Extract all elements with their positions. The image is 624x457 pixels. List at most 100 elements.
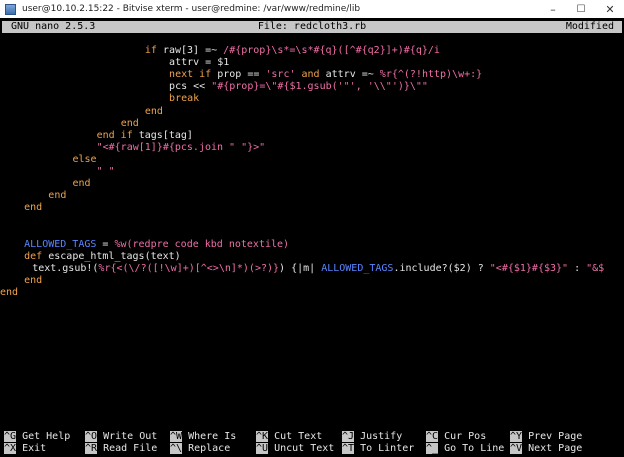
- shortcut-label: Read File: [97, 443, 158, 454]
- code-token: end: [24, 202, 43, 214]
- bitvise-app-icon: [5, 3, 16, 15]
- shortcut-label: To Linter: [354, 443, 415, 454]
- code-token: text.gsub!(: [32, 262, 99, 274]
- shortcut-label: Justify: [354, 431, 403, 442]
- shortcut-label: Get Help: [16, 431, 71, 442]
- shortcut-key: ^_: [426, 443, 439, 454]
- code-token: def: [24, 250, 49, 262]
- code-token: prop ==: [217, 69, 266, 81]
- nano-modified-status: Modified: [565, 21, 614, 32]
- code-token: 'src': [265, 69, 296, 81]
- code-token: "&$: [586, 262, 605, 274]
- shortcut-label: Replace: [182, 443, 231, 454]
- code-token: ALLOWED_TAGS: [321, 262, 394, 274]
- shortcut-item[interactable]: ^\ Replace: [170, 443, 230, 455]
- code-line: else: [72, 154, 96, 166]
- code-line: def escape_html_tags(text): [24, 251, 181, 263]
- code-line: "<#{raw[1]}#{pcs.join " "}>": [97, 142, 266, 154]
- shortcut-item[interactable]: ^G Get Help: [4, 431, 70, 443]
- shortcut-key: ^T: [342, 443, 355, 454]
- shortcut-label: Uncut Text: [268, 443, 335, 454]
- code-line: pcs << "#{prop}=\"#{$1.gsub('"', '\\"')}…: [169, 81, 428, 93]
- shortcut-label: Where Is: [182, 431, 237, 442]
- terminal-area[interactable]: GNU nano 2.5.3 File: redcloth3.rb Modifi…: [0, 18, 624, 457]
- shortcut-item[interactable]: ^_ Go To Line: [426, 443, 504, 455]
- code-token: pcs <<: [169, 81, 212, 93]
- shortcut-item[interactable]: ^K Cut Text: [256, 431, 322, 443]
- shortcut-key: ^O: [85, 431, 98, 442]
- code-token: else: [72, 153, 97, 165]
- shortcut-item[interactable]: ^O Write Out: [85, 431, 157, 443]
- code-token: and: [295, 69, 326, 81]
- code-line: text.gsub!(%r{<(\/?([!\w]+)[^<>\n]*)(>?)…: [32, 263, 604, 275]
- code-token: =: [96, 238, 115, 250]
- code-token: end: [144, 105, 163, 117]
- code-token: %r{<(\/?([!\w]+)[^<>\n]*)(>?)}: [98, 262, 280, 274]
- code-token: end: [48, 190, 67, 202]
- code-token: attrv =~: [325, 69, 380, 81]
- shortcut-label: Cut Text: [268, 431, 323, 442]
- shortcut-item[interactable]: ^X Exit: [4, 443, 46, 455]
- code-token: /#{prop}\s*=\s*#{q}([^#{q2}]+)#{q}/i: [223, 45, 440, 56]
- code-token: end: [24, 274, 43, 286]
- shortcut-key: ^R: [85, 443, 98, 454]
- window-title: user@10.10.2.15:22 - Bitvise xterm - use…: [22, 4, 361, 14]
- code-line: end: [0, 287, 18, 299]
- shortcut-key: ^Y: [510, 431, 523, 442]
- code-line: if raw[3] =~ /#{prop}\s*=\s*#{q}([^#{q2}…: [145, 45, 440, 57]
- code-token: tags[tag]: [138, 129, 193, 141]
- shortcut-item[interactable]: ^W Where Is: [170, 431, 236, 443]
- shortcut-item[interactable]: ^V Next Page: [510, 443, 582, 455]
- shortcut-item[interactable]: ^C Cur Pos: [426, 431, 486, 443]
- code-token: end: [120, 117, 139, 129]
- nano-shortcut-bar: ^G Get Help ^O Write Out ^W Where Is ^K Cut…: [0, 431, 624, 457]
- code-token: end if: [96, 129, 139, 141]
- shortcut-key: ^G: [4, 431, 17, 442]
- code-line: next if prop == 'src' and attrv =~ %r{^(…: [169, 69, 482, 81]
- code-line: " ": [97, 166, 115, 178]
- shortcut-label: Next Page: [522, 443, 583, 454]
- code-line: break: [169, 93, 199, 105]
- shortcut-item[interactable]: ^R Read File: [85, 443, 157, 455]
- code-line: end: [48, 190, 66, 202]
- shortcut-label: Cur Pos: [438, 431, 487, 442]
- shortcut-label: Prev Page: [522, 431, 583, 442]
- code-token: break: [169, 93, 200, 105]
- shortcut-item[interactable]: ^U Uncut Text: [256, 443, 334, 455]
- shortcut-label: Exit: [16, 443, 47, 454]
- code-token: attrv = $1: [169, 57, 230, 69]
- shortcut-item[interactable]: ^T To Linter: [342, 443, 414, 455]
- shortcut-item[interactable]: ^Y Prev Page: [510, 431, 582, 443]
- code-line: ALLOWED_TAGS = %w(redpre code kbd notext…: [24, 239, 289, 251]
- shortcut-item[interactable]: ^J Justify: [342, 431, 402, 443]
- shortcut-key: ^C: [426, 431, 439, 442]
- nano-title-bar: GNU nano 2.5.3 File: redcloth3.rb Modifi…: [2, 21, 622, 33]
- code-editor[interactable]: if raw[3] =~ /#{prop}\s*=\s*#{q}([^#{q2}…: [0, 45, 624, 345]
- code-token: end: [0, 287, 19, 298]
- code-token: ALLOWED_TAGS: [24, 238, 97, 250]
- maximize-button[interactable]: ☐: [567, 0, 595, 18]
- code-token: " ": [96, 166, 115, 177]
- code-line: end if tags[tag]: [97, 130, 193, 142]
- shortcut-key: ^K: [256, 431, 269, 442]
- code-token: next if: [169, 69, 218, 81]
- shortcut-key: ^U: [256, 443, 269, 454]
- code-token: "<#{raw[1]}#{pcs.join " "}>": [96, 141, 266, 153]
- shortcut-label: Write Out: [97, 431, 158, 442]
- shortcut-key: ^J: [342, 431, 355, 442]
- code-line: end: [121, 118, 139, 130]
- code-token: if: [144, 45, 163, 56]
- code-token: "#{prop}=\"#{$1.gsub('"', '\\"')}\"": [211, 81, 428, 93]
- shortcut-key: ^\: [170, 443, 183, 454]
- code-token: :: [568, 262, 587, 274]
- window-titlebar[interactable]: user@10.10.2.15:22 - Bitvise xterm - use…: [0, 0, 624, 18]
- shortcut-label: Go To Line: [438, 443, 505, 454]
- code-token: escape_html_tags(text): [48, 250, 181, 262]
- minimize-button[interactable]: –: [539, 0, 567, 18]
- close-button[interactable]: ✕: [596, 0, 624, 18]
- code-line: end: [72, 178, 90, 190]
- code-token: .include?($2) ?: [393, 262, 490, 274]
- shortcut-key: ^W: [170, 431, 183, 442]
- code-token: raw[3] =~: [162, 45, 224, 56]
- code-token: %r{^(?!http)\w+:}: [379, 69, 483, 81]
